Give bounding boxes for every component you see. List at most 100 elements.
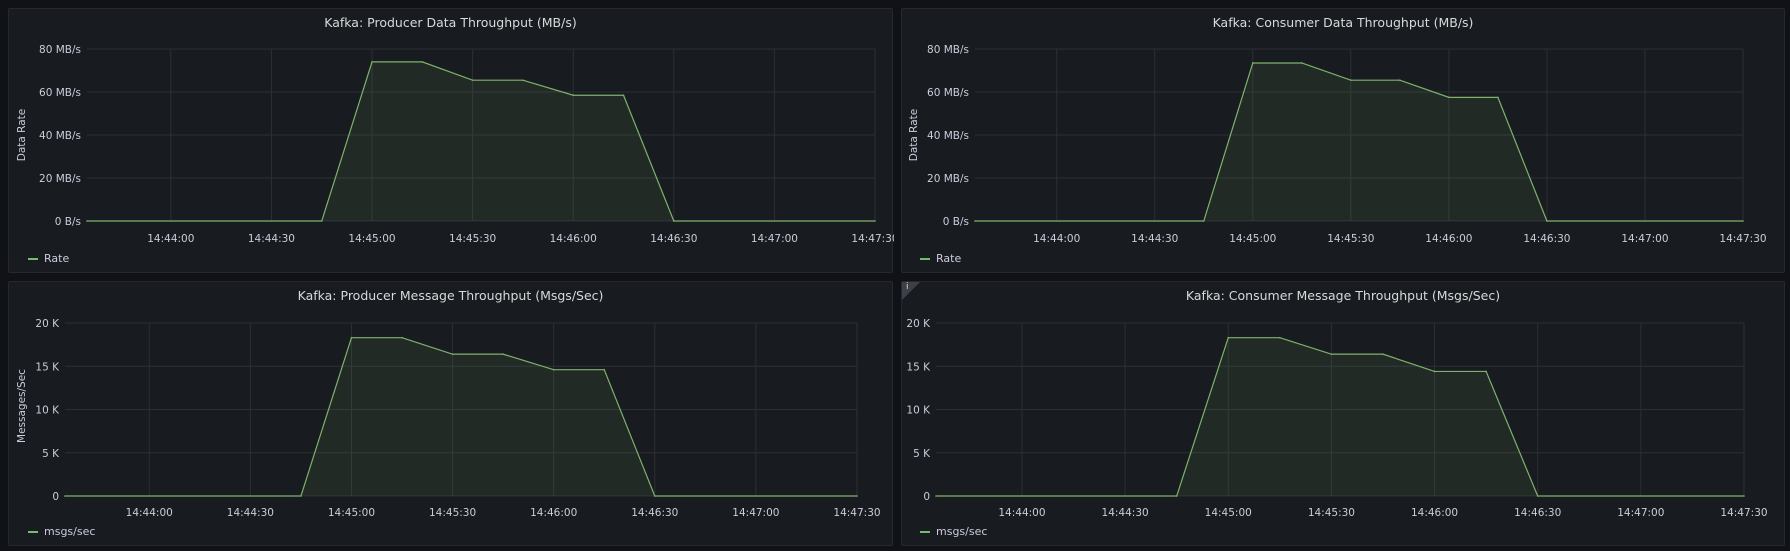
panel-consumer-message-throughput[interactable]: i Kafka: Consumer Message Throughput (Ms… bbox=[901, 281, 1785, 546]
data-point bbox=[1546, 220, 1548, 222]
x-tick-label: 14:47:30 bbox=[833, 507, 880, 519]
legend-label: Rate bbox=[44, 252, 70, 265]
legend-label: Rate bbox=[936, 252, 962, 265]
x-tick-label: 14:45:00 bbox=[328, 507, 375, 519]
data-point bbox=[320, 220, 323, 222]
data-point bbox=[935, 495, 937, 497]
y-tick-label: 5 K bbox=[913, 448, 931, 460]
data-point bbox=[1497, 96, 1499, 99]
data-point bbox=[350, 336, 353, 339]
y-axis-label: Data Rate bbox=[908, 109, 920, 162]
x-tick-label: 14:47:00 bbox=[732, 507, 779, 519]
data-point bbox=[371, 61, 373, 63]
x-tick-label: 14:46:00 bbox=[530, 507, 577, 519]
chart-consumer-data-throughput: 0 B/s 20 MB/s 40 MB/s 60 MB/s 80 MB/s 14:44:0… bbox=[908, 44, 1767, 245]
y-tick-label: 10 K bbox=[35, 405, 60, 417]
legend-item-msgs-sec[interactable]: msgs/sec bbox=[920, 525, 987, 538]
y-tick-label: 20 MB/s bbox=[39, 173, 81, 185]
data-point bbox=[401, 336, 403, 339]
y-tick-label: 20 K bbox=[35, 318, 60, 330]
legend-item-rate[interactable]: Rate bbox=[920, 252, 961, 265]
data-point bbox=[64, 495, 66, 497]
data-point bbox=[874, 220, 876, 222]
data-point bbox=[856, 495, 858, 497]
x-tick-label: 14:45:30 bbox=[449, 233, 496, 245]
data-point bbox=[1279, 336, 1281, 339]
x-tick-label: 14:47:00 bbox=[1617, 507, 1664, 519]
legend-swatch bbox=[28, 530, 38, 533]
data-point bbox=[471, 79, 474, 81]
data-point bbox=[1433, 370, 1436, 373]
data-point bbox=[1251, 62, 1254, 64]
y-tick-label: 80 MB/s bbox=[39, 44, 81, 56]
y-tick-label: 15 K bbox=[906, 361, 931, 373]
chart-producer-data-throughput: 0 B/s 20 MB/s 40 MB/s 60 MB/s 80 MB/s 14:44:0… bbox=[16, 44, 894, 245]
data-point bbox=[502, 353, 504, 355]
x-tick-label: 14:45:00 bbox=[1229, 233, 1276, 245]
x-tick-label: 14:44:00 bbox=[147, 233, 194, 245]
data-point bbox=[1350, 79, 1352, 81]
x-tick-label: 14:47:30 bbox=[851, 233, 894, 245]
y-tick-label: 5 K bbox=[42, 448, 60, 460]
x-tick-label: 14:44:30 bbox=[248, 233, 295, 245]
x-tick-label: 14:44:30 bbox=[227, 507, 274, 519]
data-point bbox=[552, 368, 555, 371]
series-area-fill bbox=[65, 337, 857, 496]
chart-consumer-message-throughput: 0 5 K 10 K 15 K 20 K 14:44:00 14:44:30 14:45:00… bbox=[906, 318, 1767, 519]
y-axis-label: Data Rate bbox=[16, 109, 28, 162]
data-point bbox=[1485, 370, 1487, 373]
data-point bbox=[1175, 495, 1178, 497]
y-tick-label: 0 B/s bbox=[943, 216, 969, 228]
x-tick-label: 14:46:30 bbox=[1523, 233, 1570, 245]
x-tick-label: 14:46:30 bbox=[631, 507, 678, 519]
x-tick-label: 14:44:00 bbox=[126, 507, 173, 519]
x-tick-label: 14:47:00 bbox=[751, 233, 798, 245]
data-point bbox=[622, 94, 625, 97]
data-point bbox=[1743, 495, 1745, 497]
data-point bbox=[572, 94, 575, 97]
data-point bbox=[86, 220, 88, 222]
data-point bbox=[1536, 495, 1539, 497]
x-tick-label: 14:44:00 bbox=[1033, 233, 1080, 245]
legend-item-msgs-sec[interactable]: msgs/sec bbox=[28, 525, 95, 538]
y-axis-label: Messages/Sec bbox=[16, 369, 28, 443]
series-area-fill bbox=[936, 337, 1744, 496]
data-point bbox=[1301, 62, 1303, 64]
x-tick-label: 14:46:30 bbox=[1514, 507, 1561, 519]
x-tick-label: 14:44:00 bbox=[998, 507, 1045, 519]
legend-swatch bbox=[28, 257, 38, 260]
data-point bbox=[603, 368, 606, 371]
x-tick-label: 14:46:00 bbox=[1425, 233, 1472, 245]
data-point bbox=[1202, 220, 1205, 222]
panel-producer-message-throughput[interactable]: Kafka: Producer Message Throughput (Msgs… bbox=[8, 281, 893, 546]
data-point bbox=[421, 61, 424, 63]
y-tick-label: 20 K bbox=[906, 318, 931, 330]
data-point bbox=[673, 220, 675, 222]
x-tick-label: 14:45:30 bbox=[1327, 233, 1374, 245]
data-point bbox=[300, 495, 302, 497]
y-tick-label: 15 K bbox=[35, 361, 60, 373]
x-tick-label: 14:45:00 bbox=[348, 233, 395, 245]
data-point bbox=[1399, 79, 1401, 81]
legend-label: msgs/sec bbox=[936, 525, 988, 538]
series-area-fill bbox=[87, 61, 875, 222]
y-tick-label: 10 K bbox=[906, 405, 931, 417]
panel-producer-data-throughput[interactable]: Kafka: Producer Data Throughput (MB/s) 0… bbox=[8, 8, 894, 273]
x-tick-label: 14:46:00 bbox=[1411, 507, 1458, 519]
panel-consumer-data-throughput[interactable]: Kafka: Consumer Data Throughput (MB/s) 0… bbox=[901, 8, 1785, 273]
data-point bbox=[1330, 353, 1333, 355]
x-tick-label: 14:47:00 bbox=[1621, 233, 1668, 245]
data-point bbox=[1742, 220, 1744, 222]
y-tick-label: 0 bbox=[52, 491, 59, 503]
y-tick-label: 40 MB/s bbox=[39, 130, 81, 142]
x-tick-label: 14:45:30 bbox=[429, 507, 476, 519]
y-tick-label: 0 bbox=[923, 491, 930, 503]
legend-item-rate[interactable]: Rate bbox=[28, 252, 69, 265]
x-tick-label: 14:47:30 bbox=[1719, 233, 1766, 245]
x-tick-label: 14:45:30 bbox=[1308, 507, 1355, 519]
data-point bbox=[1448, 96, 1450, 99]
data-point bbox=[653, 495, 656, 497]
x-tick-label: 14:44:30 bbox=[1131, 233, 1178, 245]
legend-label: msgs/sec bbox=[44, 525, 96, 538]
data-point bbox=[1227, 336, 1230, 339]
